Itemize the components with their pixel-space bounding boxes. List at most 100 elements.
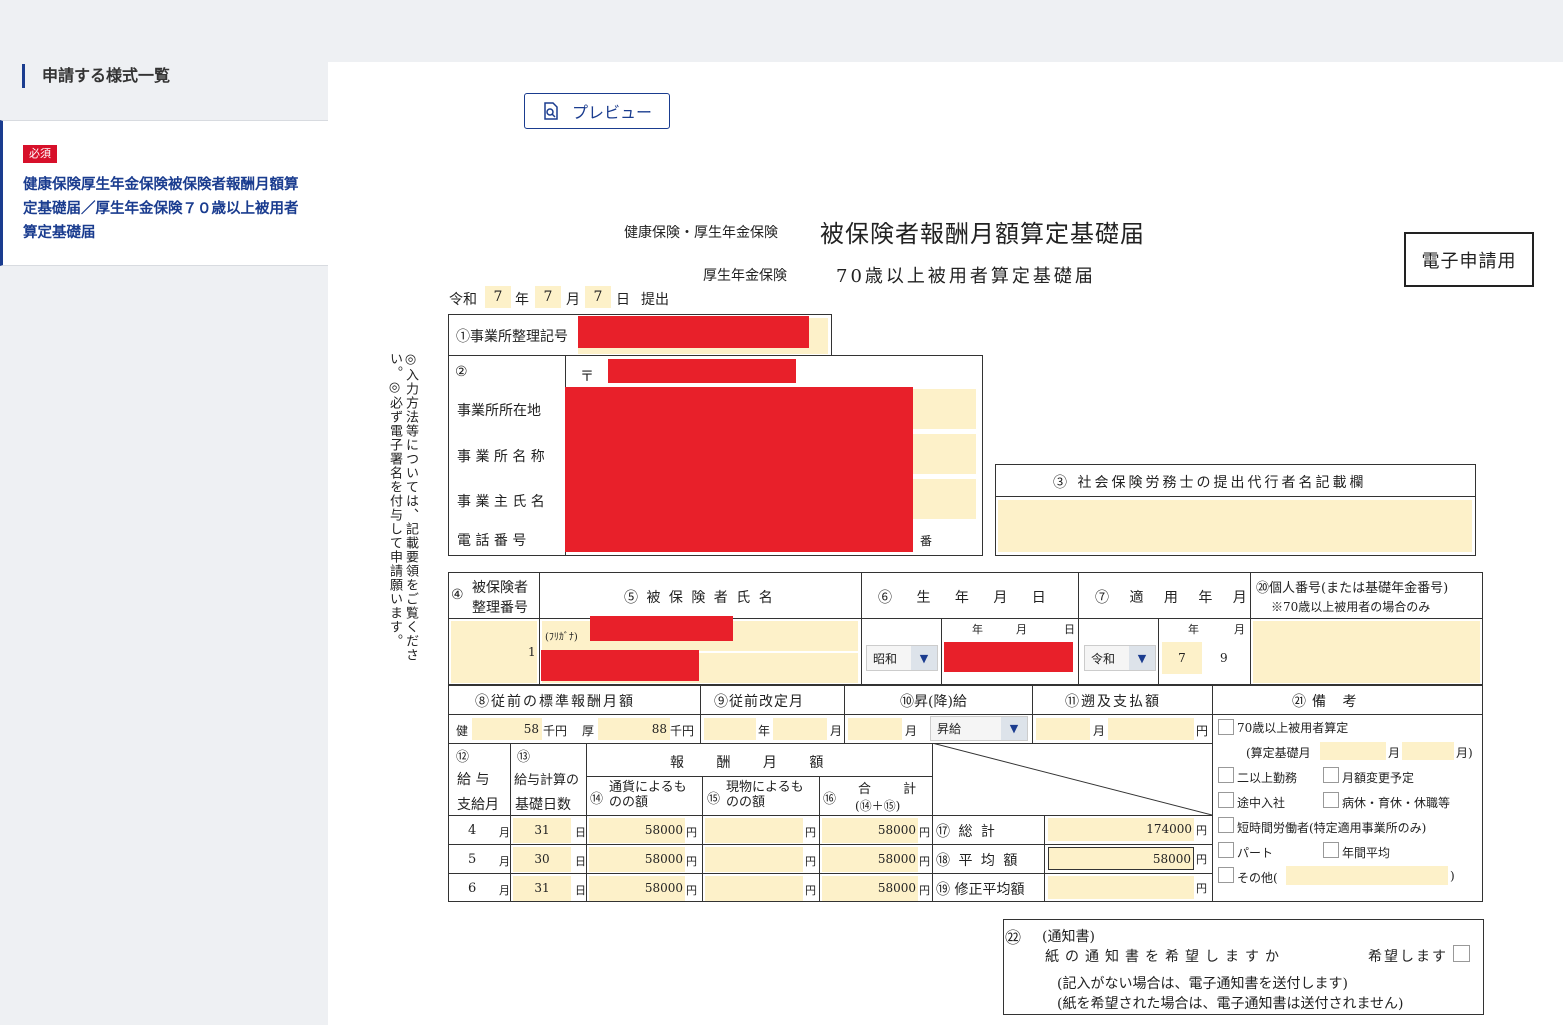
office-name-field[interactable] [912, 434, 976, 474]
other-label: その他( [1237, 871, 1278, 885]
row-cash-field[interactable]: 58000 [589, 818, 685, 843]
preview-button[interactable]: プレビュー [524, 93, 670, 129]
col16-label-1: 合 計 [858, 782, 931, 797]
row-month-unit: 月 [499, 826, 510, 839]
birth-era-select[interactable]: 昭和 ▼ [866, 645, 938, 671]
avg-field[interactable]: 58000 [1048, 847, 1194, 870]
postal-mark: 〒 [580, 369, 594, 385]
row-total-unit: 円 [919, 826, 930, 839]
col15-number: ⑮ [707, 792, 721, 807]
adj-avg-unit: 円 [1196, 882, 1207, 895]
insured-number-field[interactable] [451, 621, 537, 683]
row-days-field[interactable]: 31 [513, 818, 571, 843]
notice-option-label: 希望します [1368, 949, 1448, 965]
agent-field[interactable] [998, 500, 1472, 552]
row-total-field[interactable]: 58000 [822, 818, 918, 843]
col13-number: ⑬ [517, 750, 531, 765]
row-month-unit: 月 [499, 855, 510, 868]
col21-label: ㉑備 考 [1292, 694, 1363, 710]
redacted-birthdate [944, 642, 1073, 672]
col5-label: ⑤ 被 保 険 者 氏 名 [624, 590, 775, 606]
retro-month-field[interactable] [1036, 718, 1090, 740]
other-field[interactable] [1286, 866, 1448, 885]
row-days-field[interactable]: 31 [513, 876, 571, 901]
annual-avg-checkbox[interactable] [1323, 842, 1339, 858]
adj-avg-field[interactable] [1048, 876, 1194, 899]
adj-avg-label: ⑲ 修正平均額 [936, 882, 1025, 898]
office-address-field[interactable] [912, 389, 976, 429]
preview-label: プレビュー [571, 105, 652, 122]
owner-name-label: 事 業 主 氏 名 [457, 494, 545, 510]
redacted-office-number [578, 316, 809, 348]
prev-revision-year-field[interactable] [704, 718, 756, 740]
personal-number-field[interactable] [1253, 621, 1480, 683]
row-days-field[interactable]: 30 [513, 847, 571, 872]
row-total-field[interactable]: 58000 [822, 876, 918, 901]
submit-year-field[interactable]: 7 [485, 286, 511, 308]
col12-label-1: 給 与 [457, 772, 490, 788]
other-checkbox[interactable] [1218, 867, 1234, 883]
form-list-item[interactable]: 必須 健康保険厚生年金保険被保険者報酬月額算定基礎届／厚生年金保険７０歳以上被用… [0, 120, 328, 266]
phone-suffix: 番 [920, 534, 933, 548]
raise-type-select[interactable]: 昇給 ▼ [930, 716, 1028, 741]
office-address-label: 事業所所在地 [457, 403, 541, 419]
preview-icon [544, 102, 558, 120]
redacted-office-info [565, 387, 913, 552]
health-label: 健 [456, 724, 469, 738]
col4-number: ④ [451, 587, 464, 603]
row-day-unit: 日 [575, 826, 586, 839]
owner-name-field[interactable] [912, 479, 976, 519]
pension-standard-field[interactable]: 88 [598, 718, 670, 740]
col9-label: ⑨従前改定月 [714, 694, 804, 710]
sidebar-heading: 申請する様式一覧 [22, 64, 170, 88]
monthly-change-checkbox[interactable] [1323, 767, 1339, 783]
office-name-label: 事 業 所 名 称 [457, 449, 545, 465]
basis-month-1-field[interactable] [1320, 742, 1386, 760]
row-in-kind-unit: 円 [805, 884, 816, 897]
basis-month-unit: 月 [1388, 746, 1401, 760]
health-standard-field[interactable]: 58 [472, 718, 542, 740]
health-unit: 千円 [543, 724, 568, 738]
apply-year-field[interactable]: 7 [1162, 642, 1202, 674]
title-prefix: 健康保険・厚生年金保険 [624, 225, 778, 241]
over70-checkbox[interactable] [1218, 719, 1234, 735]
submit-suffix: 提出 [641, 292, 669, 308]
mid-entry-checkbox[interactable] [1218, 792, 1234, 808]
apply-month-value[interactable]: 9 [1220, 651, 1228, 665]
row-cash-field[interactable]: 58000 [589, 847, 685, 872]
row-in-kind-field[interactable] [705, 876, 803, 901]
row-in-kind-unit: 円 [805, 855, 816, 868]
row-month: 5 [468, 852, 477, 867]
row-day-unit: 日 [575, 855, 586, 868]
row-in-kind-field[interactable] [705, 818, 803, 843]
submit-day-unit: 日 [616, 292, 630, 308]
submit-month-field[interactable]: 7 [535, 286, 561, 308]
paper-notice-checkbox[interactable] [1453, 945, 1470, 962]
basis-month-2-field[interactable] [1402, 742, 1454, 760]
apply-year-unit: 年 [1188, 623, 1199, 636]
form-link[interactable]: 健康保険厚生年金保険被保険者報酬月額算定基礎届／厚生年金保険７０歳以上被用者算定… [23, 173, 308, 245]
row-cash-unit: 円 [686, 855, 697, 868]
pay-header: 報 酬 月 額 [670, 755, 838, 771]
leave-label: 病休・育休・休職等 [1342, 796, 1451, 810]
sum-field[interactable]: 174000 [1048, 818, 1194, 841]
prev-revision-month-field[interactable] [773, 718, 827, 740]
row-cash-unit: 円 [686, 884, 697, 897]
submit-year-unit: 年 [515, 292, 529, 308]
row-cash-field[interactable]: 58000 [589, 876, 685, 901]
short-worker-label: 短時間労働者(特定適用事業所のみ) [1237, 821, 1427, 835]
apply-era-select[interactable]: 令和 ▼ [1084, 645, 1156, 671]
row-total-field[interactable]: 58000 [822, 847, 918, 872]
leave-checkbox[interactable] [1323, 792, 1339, 808]
row-month: 6 [468, 881, 477, 896]
pension-label: 厚 [582, 724, 595, 738]
mid-entry-label: 途中入社 [1237, 796, 1286, 810]
row-in-kind-field[interactable] [705, 847, 803, 872]
part-checkbox[interactable] [1218, 842, 1234, 858]
form-title: 被保険者報酬月額算定基礎届 [820, 220, 1145, 248]
submit-day-field[interactable]: 7 [585, 286, 611, 308]
multiple-work-checkbox[interactable] [1218, 767, 1234, 783]
raise-month-field[interactable] [848, 718, 902, 740]
retro-amount-field[interactable] [1108, 718, 1194, 740]
short-worker-checkbox[interactable] [1218, 817, 1234, 833]
